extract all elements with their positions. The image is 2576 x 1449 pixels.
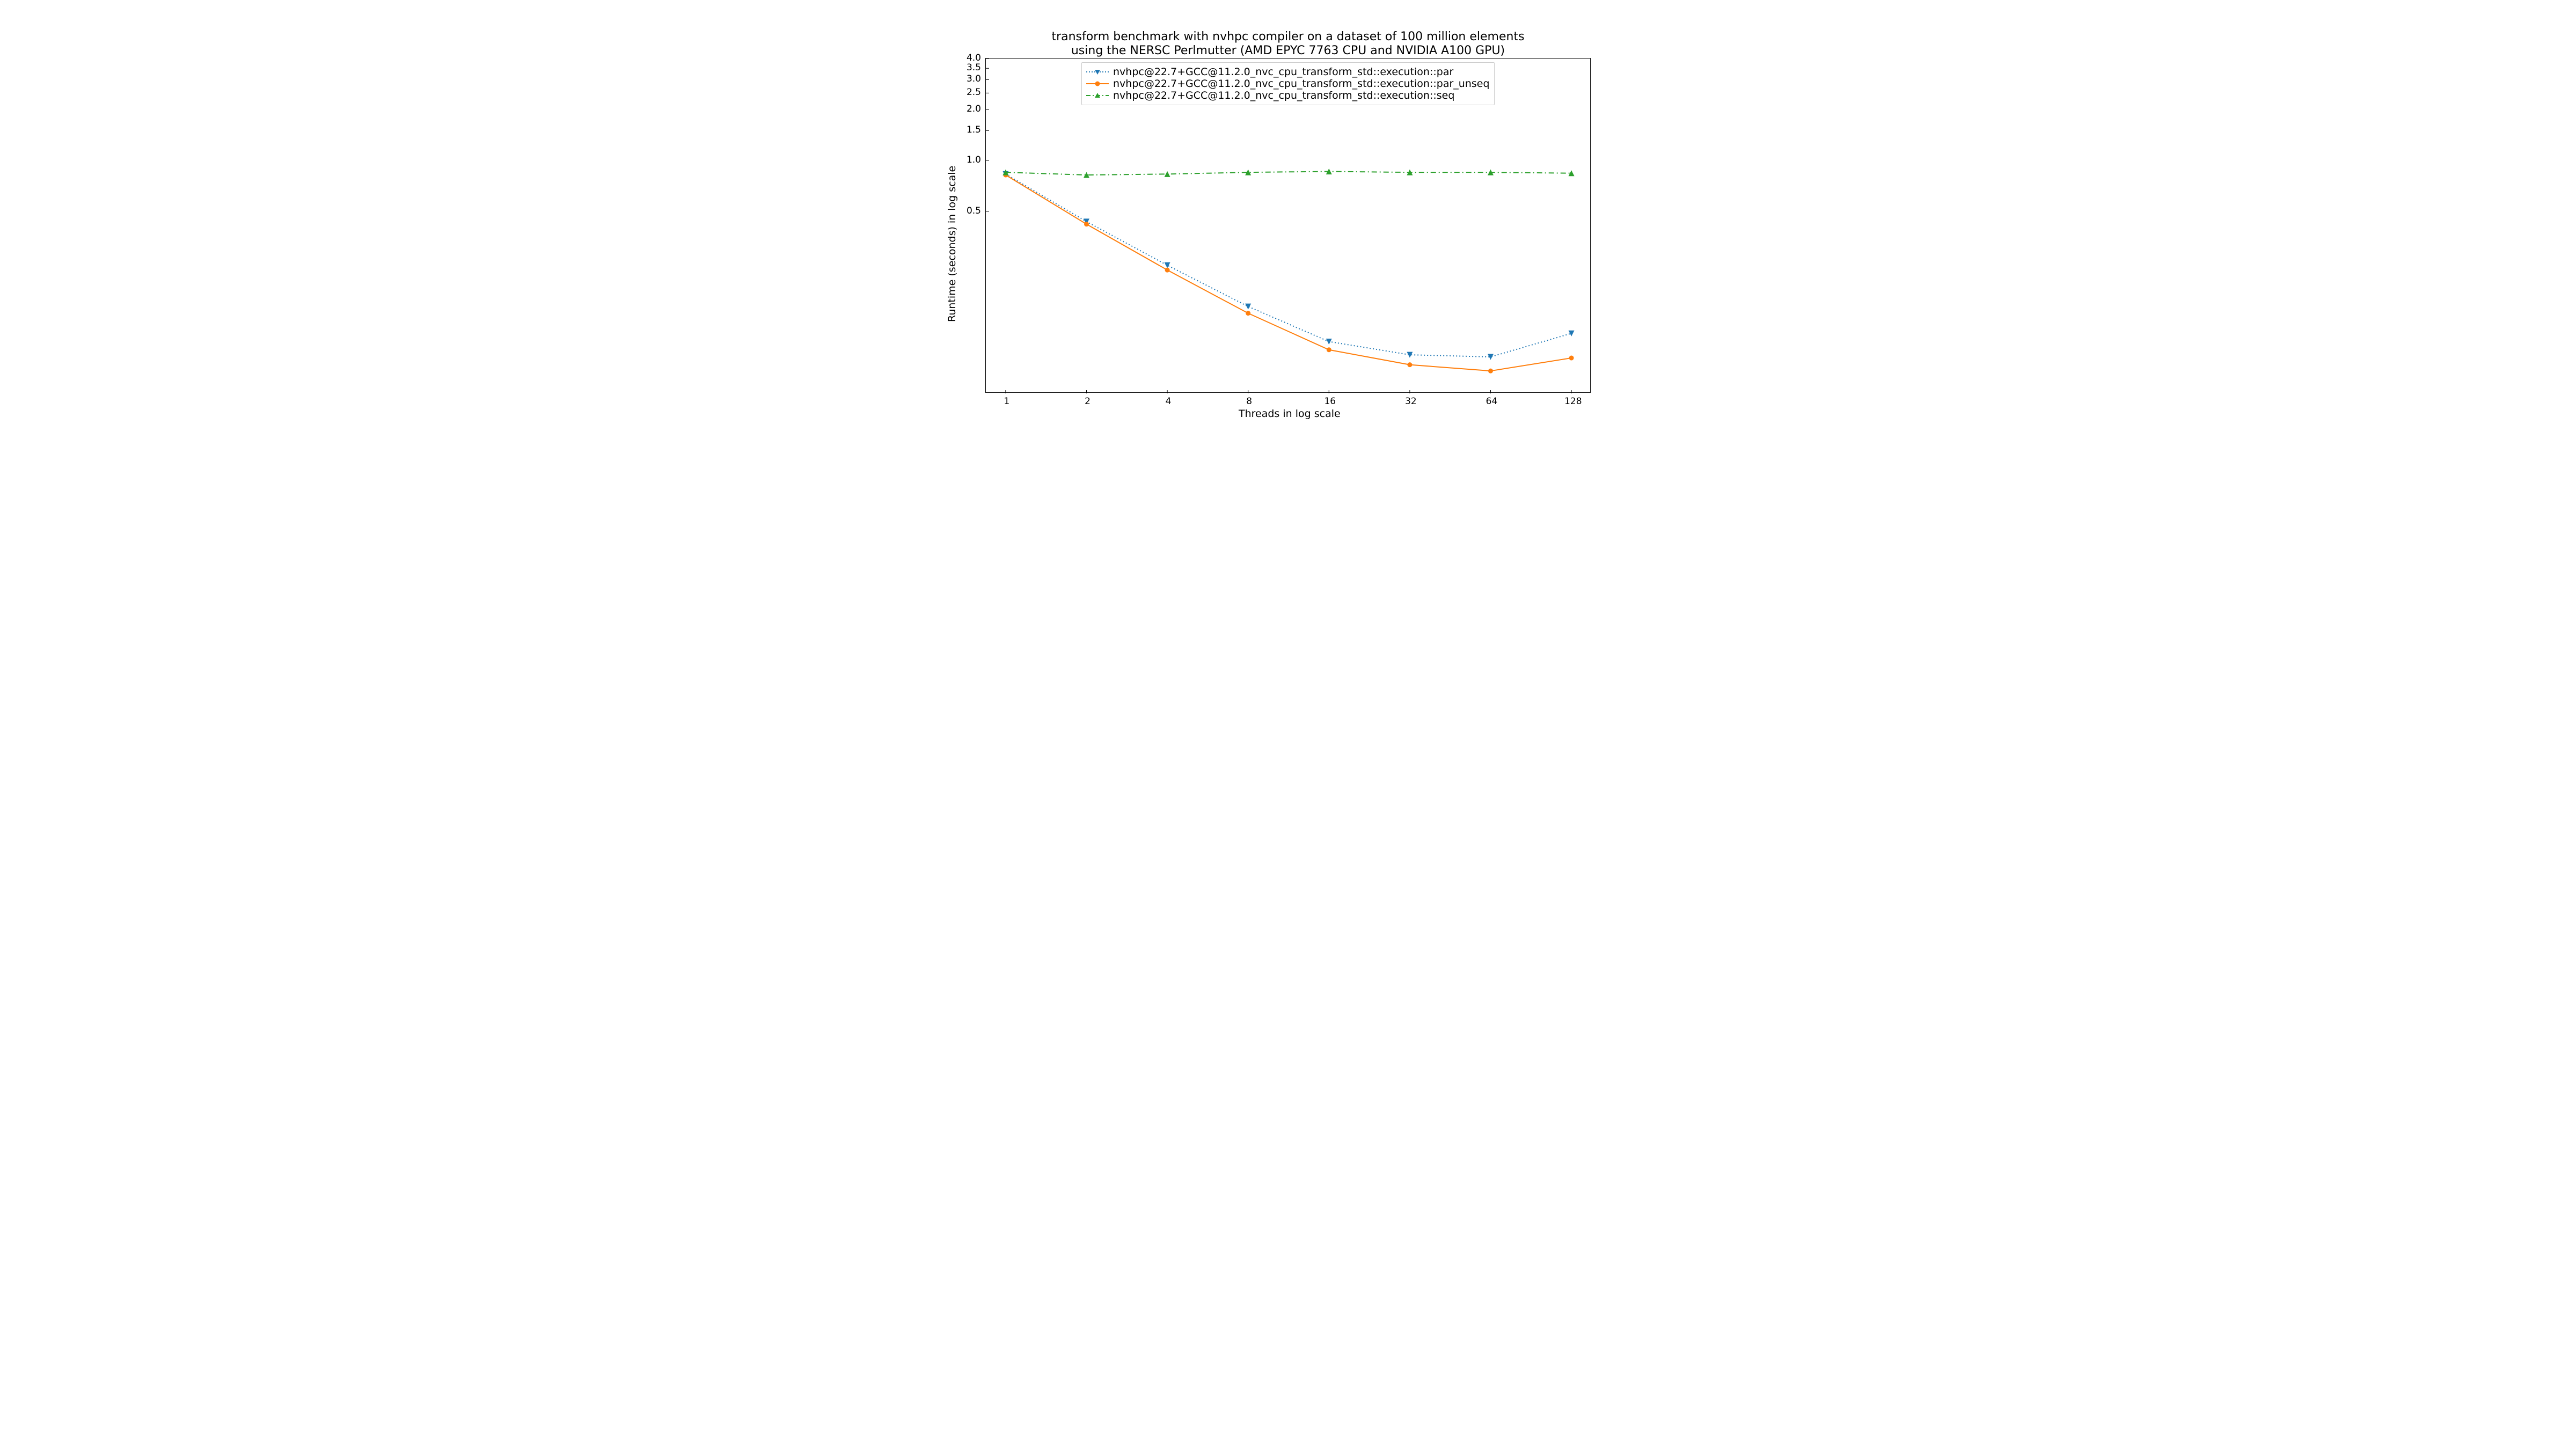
legend: nvhpc@22.7+GCC@11.2.0_nvc_cpu_transform_… [1081,62,1495,105]
legend-label-par-unseq: nvhpc@22.7+GCC@11.2.0_nvc_cpu_transform_… [1113,78,1490,90]
legend-item-par: nvhpc@22.7+GCC@11.2.0_nvc_cpu_transform_… [1086,66,1490,78]
x-tick-0: 1 [999,396,1015,407]
x-tick-3: 8 [1241,396,1257,407]
x-tick-6: 64 [1484,396,1500,407]
x-tick-7: 128 [1564,396,1580,407]
y-tick-3: 2.0 [967,104,981,114]
legend-label-seq: nvhpc@22.7+GCC@11.2.0_nvc_cpu_transform_… [1113,90,1454,101]
figure: transform benchmark with nvhpc compiler … [884,0,1692,454]
legend-swatch-par [1086,67,1109,77]
series-marker-0 [1326,339,1332,345]
y-tick-7: 4.0 [967,53,981,63]
y-tick-6: 3.5 [967,62,981,73]
series-marker-0 [1165,262,1170,268]
series-marker-0 [1569,331,1575,336]
y-tick-5: 3.0 [967,74,981,84]
plot-area [985,58,1591,393]
x-tick-1: 2 [1079,396,1095,407]
series-marker-1 [1246,311,1250,316]
y-axis-label: Runtime (seconds) in log scale [946,166,958,322]
plot-svg [986,58,1591,393]
x-tick-2: 4 [1160,396,1176,407]
triangle-down-icon [1086,67,1109,77]
series-marker-1 [1407,362,1412,367]
series-line-0 [1006,174,1571,357]
series-marker-1 [1165,268,1170,273]
series-line-2 [1006,172,1571,175]
y-tick-1: 1.0 [967,155,981,165]
circle-icon [1086,79,1109,89]
legend-label-par: nvhpc@22.7+GCC@11.2.0_nvc_cpu_transform_… [1113,66,1453,78]
series-marker-0 [1245,304,1251,310]
series-marker-1 [1327,347,1331,352]
y-tick-2: 1.5 [967,125,981,135]
x-tick-4: 16 [1322,396,1338,407]
y-tick-0: 0.5 [967,206,981,216]
series-marker-2 [1165,171,1170,177]
series-marker-1 [1084,222,1089,226]
legend-swatch-seq [1086,91,1109,100]
series-marker-1 [1569,356,1574,361]
chart-title: transform benchmark with nvhpc compiler … [884,30,1692,58]
legend-swatch-par-unseq [1086,79,1109,89]
legend-item-par-unseq: nvhpc@22.7+GCC@11.2.0_nvc_cpu_transform_… [1086,78,1490,90]
series-marker-1 [1488,369,1493,374]
y-tick-4: 2.5 [967,87,981,98]
x-axis-label: Threads in log scale [1239,408,1341,420]
legend-item-seq: nvhpc@22.7+GCC@11.2.0_nvc_cpu_transform_… [1086,90,1490,101]
x-tick-5: 32 [1403,396,1419,407]
series-line-1 [1006,175,1571,371]
triangle-up-icon [1086,91,1109,100]
